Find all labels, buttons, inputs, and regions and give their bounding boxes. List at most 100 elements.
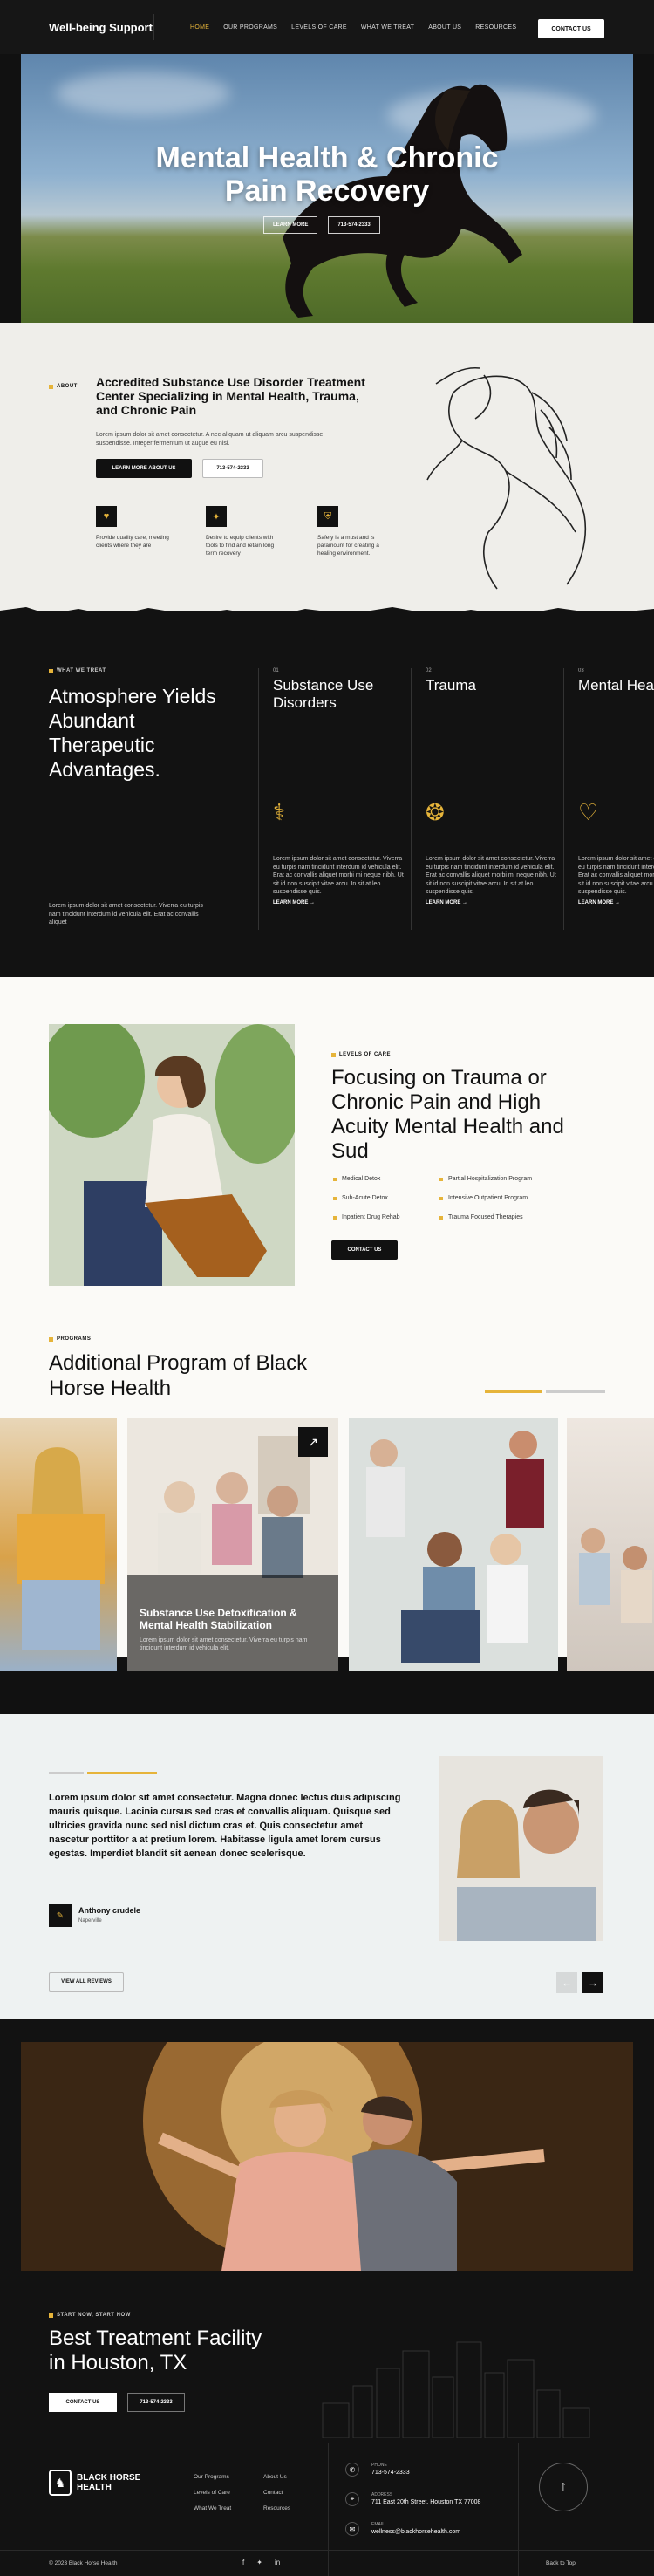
level-item-label: Intensive Outpatient Program — [448, 1195, 528, 1201]
back-to-top-link[interactable]: Back to Top — [546, 2560, 576, 2566]
column-title: Trauma — [426, 677, 476, 694]
footer-link-levels[interactable]: Levels of Care — [194, 2485, 231, 2501]
level-item-label: Medical Detox — [342, 1176, 381, 1182]
tag-dot — [49, 384, 53, 389]
nav-link-home[interactable]: HOME — [190, 24, 209, 31]
support-group-photo — [349, 1418, 558, 1671]
level-item[interactable]: Intensive Outpatient Program — [439, 1195, 528, 1201]
nav-link-programs[interactable]: OUR PROGRAMS — [223, 24, 277, 31]
cta-contact-button[interactable]: CONTACT US — [49, 2393, 117, 2412]
program-card-photo — [579, 1528, 652, 1623]
woman-figure — [49, 1024, 295, 1286]
contact-us-button[interactable]: CONTACT US — [538, 19, 604, 38]
levels-tag-label: LEVELS OF CARE — [339, 1052, 392, 1057]
level-item[interactable]: Sub-Acute Detox — [333, 1195, 388, 1201]
view-all-reviews-button[interactable]: VIEW ALL REVIEWS — [49, 1972, 124, 1992]
hero-banner: Mental Health & Chronic Pain Recovery LE… — [21, 54, 633, 323]
arrow-up-right-icon[interactable]: ↗ — [298, 1427, 328, 1457]
email-label: EMAIL — [371, 2522, 385, 2527]
hero-title-line1: Mental Health & Chronic — [155, 141, 499, 174]
tag-dot — [49, 668, 53, 673]
footer-bottom-divider — [0, 2550, 654, 2551]
footer-logo-line2: HEALTH — [77, 2483, 112, 2492]
program-card[interactable] — [0, 1418, 117, 1671]
back-to-top-arrow-icon[interactable]: ↑ — [539, 2463, 588, 2511]
prev-arrow-icon[interactable]: ← — [556, 1972, 577, 1993]
learn-more-link[interactable]: LEARN MORE → — [578, 900, 620, 905]
linkedin-icon[interactable]: in — [275, 2559, 280, 2566]
couple-photo — [439, 1756, 603, 1941]
hero-learn-more-button[interactable]: LEARN MORE — [263, 216, 318, 234]
bullet-icon — [333, 1215, 337, 1220]
nav-link-levels[interactable]: LEVELS OF CARE — [291, 24, 347, 31]
footer-phone[interactable]: 713-574-2333 — [371, 2470, 410, 2476]
about-tag: ABOUT — [49, 384, 78, 389]
programs-title: Additional Program of Black Horse Health — [49, 1351, 308, 1400]
footer-link-resources[interactable]: Resources — [263, 2501, 290, 2517]
next-arrow-icon[interactable]: → — [582, 1972, 603, 1993]
treat-title: Atmosphere Yields Abundant Therapeutic A… — [49, 685, 216, 781]
cta-phone-button[interactable]: 713-574-2333 — [127, 2393, 185, 2412]
hero-phone-button[interactable]: 713-574-2333 — [328, 216, 380, 234]
site-logo[interactable]: Well-being Support — [49, 21, 153, 34]
footer-email[interactable]: wellness@blackhorsehealth.com — [371, 2529, 460, 2535]
phone-label: PHONE — [371, 2463, 387, 2468]
program-card[interactable] — [349, 1418, 558, 1671]
about-title: Accredited Substance Use Disorder Treatm… — [96, 375, 365, 417]
pills-icon: ⚕ — [273, 799, 286, 825]
tag-dot — [331, 1052, 336, 1057]
level-item[interactable]: Medical Detox — [333, 1176, 380, 1182]
treat-column-substance: 01 Substance Use Disorders ⚕ Lorem ipsum… — [258, 668, 411, 930]
about-lead: Lorem ipsum dolor sit amet consectetur. … — [96, 432, 324, 447]
reviewer-name: Anthony crudele — [78, 1906, 141, 1915]
copyright-text: © 2023 Black Horse Health — [49, 2560, 118, 2566]
footer-link-treat[interactable]: What We Treat — [194, 2501, 231, 2517]
footer-divider — [518, 2443, 519, 2576]
cta-title-line1: Best Treatment Facility — [49, 2327, 262, 2350]
about-tag-label: ABOUT — [57, 384, 78, 389]
about-phone-button[interactable]: 713-574-2333 — [202, 459, 263, 478]
nav-link-about[interactable]: ABOUT US — [428, 24, 461, 31]
level-item[interactable]: Trauma Focused Therapies — [439, 1214, 523, 1220]
programs-tag: PROGRAMS — [49, 1336, 91, 1342]
levels-title: Focusing on Trauma or Chronic Pain and H… — [331, 1066, 564, 1163]
testimonial-section: Lorem ipsum dolor sit amet consectetur. … — [0, 1714, 654, 2019]
treat-tag: WHAT WE TREAT — [49, 668, 106, 673]
footer-address[interactable]: 711 East 20th Street, Houston TX 77008 — [371, 2499, 480, 2505]
program-card[interactable] — [567, 1418, 654, 1671]
levels-contact-button[interactable]: CONTACT US — [331, 1240, 398, 1260]
footer-logo-text[interactable]: BLACK HORSE HEALTH — [77, 2473, 140, 2492]
email-icon: ✉ — [345, 2522, 359, 2536]
programs-tag-label: PROGRAMS — [57, 1336, 92, 1342]
horse-logo-icon[interactable]: ♞ — [49, 2470, 72, 2496]
footer-link-contact[interactable]: Contact — [263, 2485, 290, 2501]
feature-text: Provide quality care, meeting clients wh… — [96, 535, 169, 549]
woman-relaxing-photo — [49, 1024, 295, 1286]
address-label: ADDRESS — [371, 2492, 393, 2497]
hero-title-line2: Pain Recovery — [224, 174, 430, 208]
program-card-title: Substance Use Detoxification & Mental He… — [140, 1607, 297, 1631]
reviewer-location: Naperville — [78, 1918, 102, 1923]
learn-more-link[interactable]: LEARN MORE → — [426, 900, 467, 905]
twitter-icon[interactable]: ✦ — [256, 2559, 262, 2566]
nav-link-resources[interactable]: RESOURCES — [475, 24, 516, 31]
treat-column-mental: 03 Mental Heal ♡ Lorem ipsum dolor sit a… — [563, 668, 654, 930]
program-card-featured[interactable]: ↗ Substance Use Detoxification & Mental … — [127, 1418, 338, 1671]
level-item[interactable]: Partial Hospitalization Program — [439, 1176, 532, 1182]
footer-link-about[interactable]: About Us — [263, 2470, 290, 2485]
couple-illustration — [439, 1756, 603, 1941]
tag-dot — [49, 2313, 53, 2318]
program-card-photo — [17, 1447, 105, 1650]
testimonial-progress-active — [87, 1772, 157, 1774]
level-item-label: Sub-Acute Detox — [342, 1195, 388, 1201]
learn-more-link[interactable]: LEARN MORE → — [273, 900, 315, 905]
level-item[interactable]: Inpatient Drug Rehab — [333, 1214, 400, 1220]
footer-link-programs[interactable]: Our Programs — [194, 2470, 231, 2485]
bullet-icon — [439, 1215, 443, 1220]
nav-link-treat[interactable]: WHAT WE TREAT — [361, 24, 414, 31]
bullet-icon — [439, 1177, 443, 1181]
column-title: Substance Use Disorders — [273, 677, 374, 711]
learn-more-about-button[interactable]: LEARN MORE ABOUT US — [96, 459, 192, 478]
facebook-icon[interactable]: f — [242, 2559, 244, 2566]
tag-dot — [49, 1336, 53, 1342]
